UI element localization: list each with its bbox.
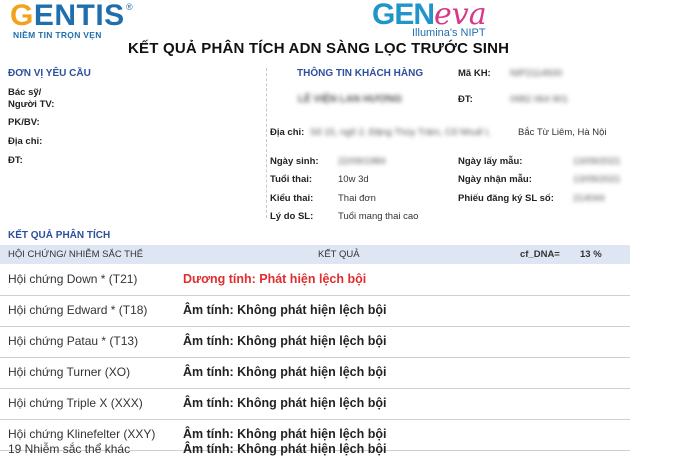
gentis-logo: GENTIS ® NIỀM TIN TRỌN VẸN [10, 0, 135, 42]
syndrome-name: Hội chứng Triple X (XXX) [8, 396, 143, 410]
client-code-label: Mã KH: [458, 68, 491, 79]
screening-reason-value: Tuổi mang thai cao [338, 211, 419, 222]
table-row: Hội chứng Edward * (T18) Âm tính: Không … [0, 295, 630, 327]
table-row: Hội chứng Turner (XO) Âm tính: Không phá… [0, 357, 630, 389]
unit-address-label: Địa chỉ: [8, 136, 43, 147]
doctor-label-line1: Bác sỹ/ [8, 87, 42, 98]
geneva-logo: GENeva Illumina's NIPT [372, 0, 492, 42]
table-row: Hội chứng Down * (T21) Dương tính: Phát … [0, 264, 630, 296]
table-row: 19 Nhiễm sắc thể khác Âm tính: Không phá… [0, 440, 630, 471]
page-title: KẾT QUẢ PHÂN TÍCH ADN SÀNG LỌC TRƯỚC SIN… [128, 40, 510, 57]
result-negative: Âm tính: Không phát hiện lệch bội [183, 442, 387, 456]
cf-dna-value: 13 % [580, 249, 602, 260]
client-heading: THÔNG TIN KHÁCH HÀNG [297, 68, 424, 79]
result-negative: Âm tính: Không phát hiện lệch bội [183, 334, 387, 348]
results-heading: KẾT QUẢ PHÂN TÍCH [8, 230, 111, 241]
col-syndrome-header: HỘI CHỨNG/ NHIỄM SẮC THỂ [8, 249, 144, 260]
gentis-wordmark: GENTIS [10, 0, 125, 32]
form-number-label: Phiếu đăng ký SL số: [458, 193, 554, 204]
syndrome-name: Hội chứng Down * (T21) [8, 272, 138, 286]
syndrome-name: Hội chứng Edward * (T18) [8, 303, 148, 317]
received-date-label: Ngày nhận mẫu: [458, 174, 532, 185]
table-row: Hội chứng Patau * (T13) Âm tính: Không p… [0, 326, 630, 358]
sample-date-label: Ngày lấy mẫu: [458, 156, 523, 167]
syndrome-name: Hội chứng Patau * (T13) [8, 334, 139, 348]
client-code: NIP2114500 [510, 68, 563, 79]
result-negative: Âm tính: Không phát hiện lệch bội [183, 396, 387, 410]
registered-mark: ® [126, 2, 133, 12]
client-phone: 0982 064 901 [510, 94, 569, 105]
client-phone-label: ĐT: [458, 94, 473, 105]
column-divider [266, 68, 267, 218]
hospital-label: PK/BV: [8, 117, 40, 128]
geneva-subtitle: Illumina's NIPT [412, 27, 486, 39]
results-table-header: HỘI CHỨNG/ NHIỄM SẮC THỂ KẾT QUẢ cf_DNA=… [0, 245, 630, 264]
unit-phone-label: ĐT: [8, 155, 23, 166]
gentis-tagline: NIỀM TIN TRỌN VẸN [13, 30, 102, 40]
screening-reason-label: Lý do SL: [270, 211, 314, 222]
gestation-value: 10w 3d [338, 174, 369, 185]
syndrome-name: 19 Nhiễm sắc thể khác [8, 442, 131, 456]
result-negative: Âm tính: Không phát hiện lệch bội [183, 303, 387, 317]
client-address-label: Địa chỉ: [270, 127, 305, 138]
gestation-label: Tuổi thai: [270, 174, 313, 185]
col-result-header: KẾT QUẢ [318, 249, 360, 260]
received-date-value: 13/09/2021 [573, 174, 621, 185]
dob-value: 22/09/1984 [338, 156, 386, 167]
client-address-visible: Bắc Từ Liêm, Hà Nội [518, 127, 607, 138]
unit-heading: ĐƠN VỊ YÊU CẦU [8, 68, 91, 79]
result-negative: Âm tính: Không phát hiện lệch bội [183, 427, 387, 441]
syndrome-name: Hội chứng Turner (XO) [8, 365, 131, 379]
sample-date-value: 13/09/2021 [573, 156, 621, 167]
pregnancy-type-label: Kiểu thai: [270, 193, 314, 204]
form-number-value: 214044 [573, 193, 605, 204]
table-row: Hội chứng Triple X (XXX) Âm tính: Không … [0, 388, 630, 420]
client-name: LÊ VIỆN LAN HƯƠNG [298, 94, 403, 105]
client-address-blurred: Số 15, ngõ 2, Đặng Thùy Trâm, Cổ Nhuế I, [310, 127, 491, 138]
syndrome-name: Hội chứng Klinefelter (XXY) [8, 427, 156, 441]
doctor-label-line2: Người TV: [8, 99, 55, 110]
result-negative: Âm tính: Không phát hiện lệch bội [183, 365, 387, 379]
pregnancy-type-value: Thai đơn [338, 193, 376, 204]
cf-dna-label: cf_DNA= [520, 249, 560, 260]
dob-label: Ngày sinh: [270, 156, 319, 167]
geneva-wordmark: GENeva [372, 0, 487, 32]
result-positive: Dương tính: Phát hiện lệch bội [183, 272, 367, 286]
